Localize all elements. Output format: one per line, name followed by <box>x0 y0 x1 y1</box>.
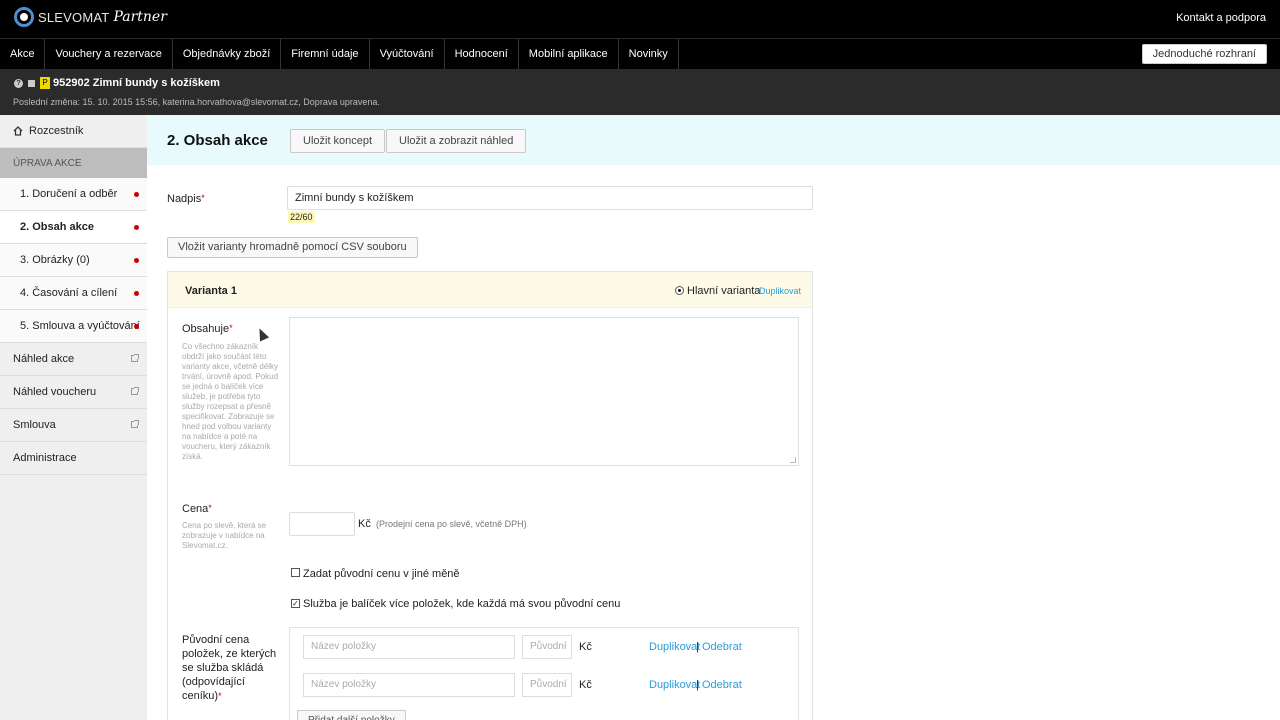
sidebar-item-nahled-voucheru[interactable]: Náhled voucheru <box>0 376 147 409</box>
nav-item-vyuctovani[interactable]: Vyúčtování <box>370 39 445 69</box>
sidebar-step-doruceni[interactable]: 1. Doručení a odběr <box>0 178 147 211</box>
top-bar: SLEVOMAT Partner Kontakt a podpora <box>0 0 1280 38</box>
sidebar-item-administrace[interactable]: Administrace <box>0 442 147 475</box>
sidebar-item-rozcestnik[interactable]: Rozcestník <box>0 115 147 148</box>
help-icon[interactable]: ? <box>14 78 23 88</box>
currency-label: Kč <box>579 641 592 653</box>
nav-item-novinky[interactable]: Novinky <box>619 39 679 69</box>
sidebar-item-label: 1. Doručení a odběr <box>20 188 118 200</box>
sidebar-item-label: Náhled voucheru <box>13 386 97 398</box>
price-label: Cena* <box>182 503 212 515</box>
duplicate-variant-link[interactable]: Duplikovat <box>759 286 801 296</box>
deal-bar: ? P 952902 Zimní bundy s kožíškem Posled… <box>0 69 1280 115</box>
item-separator: | <box>696 679 699 691</box>
item-price-input[interactable]: Původní <box>522 635 572 659</box>
sidebar-step-casovani[interactable]: 4. Časování a cílení <box>0 277 147 310</box>
contains-help: Co všechno zákazník obdrží jako součást … <box>182 342 279 461</box>
sidebar: Rozcestník ÚPRAVA AKCE 1. Doručení a odb… <box>0 115 147 720</box>
external-link-icon <box>131 387 139 395</box>
sidebar-item-label: 3. Obrázky (0) <box>20 254 90 266</box>
logo[interactable]: SLEVOMAT Partner <box>14 7 167 27</box>
item-separator: | <box>696 641 699 653</box>
item-duplicate-link[interactable]: Duplikovat <box>649 679 700 691</box>
currency-label: Kč <box>579 679 592 691</box>
sidebar-step-smlouva[interactable]: 5. Smlouva a vyúčtování <box>0 310 147 343</box>
status-dot-icon <box>134 192 139 197</box>
currency-label: Kč <box>358 518 371 530</box>
price-input[interactable] <box>289 512 355 536</box>
sidebar-item-label: 2. Obsah akce <box>20 221 94 233</box>
sidebar-step-obrazky[interactable]: 3. Obrázky (0) <box>0 244 147 277</box>
home-icon <box>13 126 23 136</box>
status-dot-icon <box>134 324 139 329</box>
required-mark: * <box>218 691 222 701</box>
other-currency-checkbox[interactable] <box>291 568 300 577</box>
sidebar-item-label: 5. Smlouva a vyúčtování <box>20 320 140 332</box>
deal-badge: P <box>40 77 50 89</box>
items-panel: Název položky Původní Kč Duplikovat | Od… <box>289 627 799 720</box>
status-dot-icon <box>134 291 139 296</box>
package-label: Služba je balíček více položek, kde každ… <box>303 598 621 610</box>
main-nav: Akce Vouchery a rezervace Objednávky zbo… <box>0 38 1280 69</box>
price-note: (Prodejní cena po slevě, včetně DPH) <box>376 519 527 529</box>
sidebar-step-obsah-akce[interactable]: 2. Obsah akce <box>0 211 147 244</box>
contains-textarea[interactable] <box>289 317 799 466</box>
resize-handle-icon[interactable] <box>790 457 796 463</box>
headline-input[interactable]: Zimní bundy s kožíškem <box>287 186 813 210</box>
deal-title-row: ? P 952902 Zimní bundy s kožíškem <box>14 77 220 89</box>
nav-item-vouchery[interactable]: Vouchery a rezervace <box>45 39 173 69</box>
variant-title: Varianta 1 <box>185 285 237 297</box>
main-variant-label: Hlavní varianta <box>687 285 761 297</box>
save-draft-button[interactable]: Uložit koncept <box>290 129 386 153</box>
sidebar-item-label: Náhled akce <box>13 353 75 365</box>
item-name-input[interactable]: Název položky <box>303 635 515 659</box>
deal-last-change: Poslední změna: 15. 10. 2015 15:56, kate… <box>13 97 380 107</box>
save-preview-button[interactable]: Uložit a zobrazit náhled <box>386 129 527 153</box>
sidebar-item-smlouva[interactable]: Smlouva <box>0 409 147 442</box>
contains-label: Obsahuje* <box>182 323 233 335</box>
sidebar-section-uprava-akce: ÚPRAVA AKCE <box>0 148 147 178</box>
sidebar-item-label: 4. Časování a cílení <box>20 287 118 299</box>
item-remove-link[interactable]: Odebrat <box>702 679 742 691</box>
variant-header: Varianta 1 Hlavní varianta Duplikovat <box>168 272 812 308</box>
content-header: 2. Obsah akce Uložit koncept Uložit a zo… <box>147 115 1280 165</box>
nav-item-firemni-udaje[interactable]: Firemní údaje <box>281 39 370 69</box>
logo-partner: Partner <box>113 9 167 25</box>
sidebar-item-label: Rozcestník <box>29 125 84 137</box>
other-currency-label: Zadat původní cenu v jiné měně <box>303 568 460 580</box>
nav-item-mobilni-aplikace[interactable]: Mobilní aplikace <box>519 39 619 69</box>
sidebar-item-label: Smlouva <box>13 419 56 431</box>
package-checkbox[interactable]: ✓ <box>291 599 300 608</box>
nav-item-objednavky[interactable]: Objednávky zboží <box>173 39 282 69</box>
required-mark: * <box>201 193 205 203</box>
items-label: Původní cena položek, ze kterých se služ… <box>182 634 277 702</box>
logo-name: SLEVOMAT <box>38 9 110 25</box>
deal-title: 952902 Zimní bundy s kožíškem <box>53 77 220 89</box>
status-dot-icon <box>134 225 139 230</box>
item-duplicate-link[interactable]: Duplikovat <box>649 641 700 653</box>
csv-import-button[interactable]: Vložit varianty hromadně pomocí CSV soub… <box>167 237 418 258</box>
sidebar-item-nahled-akce[interactable]: Náhled akce <box>0 343 147 376</box>
simple-ui-button[interactable]: Jednoduché rozhraní <box>1141 44 1267 64</box>
headline-counter: 22/60 <box>288 211 315 223</box>
required-mark: * <box>229 323 233 333</box>
nav-item-hodnoceni[interactable]: Hodnocení <box>445 39 519 69</box>
main-variant-radio[interactable] <box>675 286 684 295</box>
add-item-button[interactable]: Přidat další položky <box>297 710 406 720</box>
sidebar-item-label: Administrace <box>13 452 77 464</box>
required-mark: * <box>208 503 212 513</box>
gear-icon <box>14 7 34 27</box>
item-price-input[interactable]: Původní <box>522 673 572 697</box>
external-link-icon <box>131 354 139 362</box>
page-title: 2. Obsah akce <box>167 132 268 149</box>
status-dot-icon <box>134 258 139 263</box>
item-name-input[interactable]: Název položky <box>303 673 515 697</box>
square-icon <box>28 79 35 87</box>
nav-item-akce[interactable]: Akce <box>0 39 46 69</box>
item-remove-link[interactable]: Odebrat <box>702 641 742 653</box>
external-link-icon <box>131 420 139 428</box>
contact-link[interactable]: Kontakt a podpora <box>1176 12 1266 24</box>
headline-label: Nadpis* <box>167 193 205 205</box>
price-help: Cena po slevě, která se zobrazuje v nabí… <box>182 521 267 550</box>
